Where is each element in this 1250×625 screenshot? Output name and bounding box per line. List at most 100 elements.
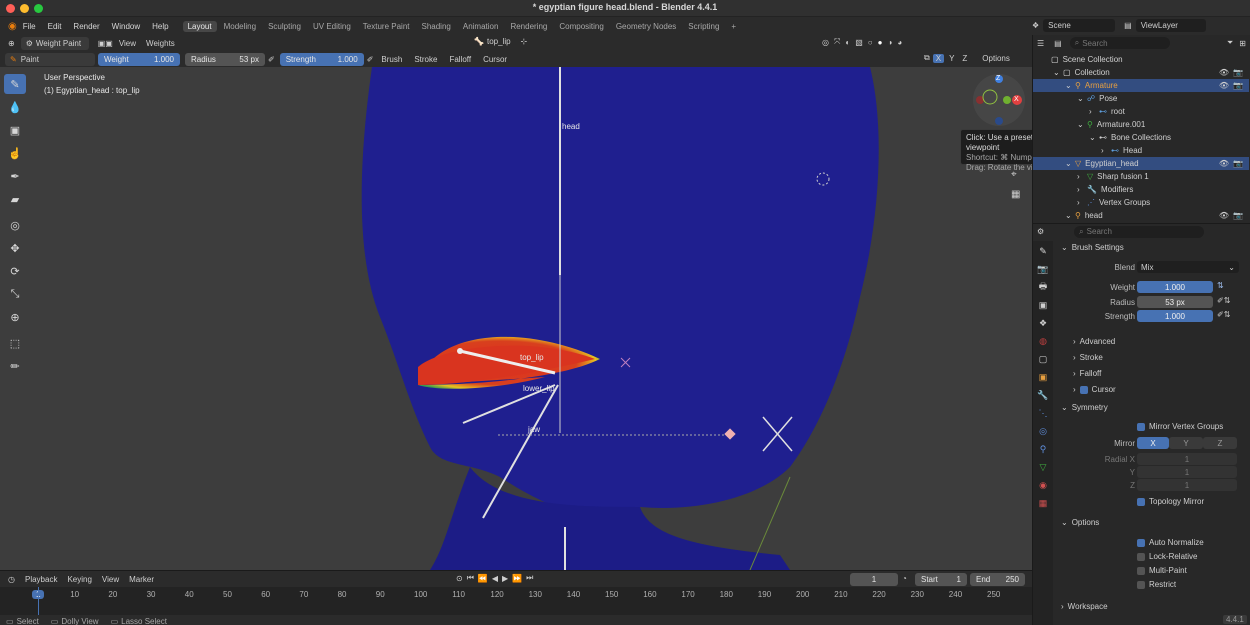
select-box-icon[interactable]: ⬚ — [4, 333, 26, 353]
outliner-row[interactable]: ⌄ ⚲ head 👁 📷 — [1033, 209, 1249, 222]
mirror-y-button[interactable]: Y — [1169, 437, 1203, 449]
shading-rendered-icon[interactable]: ◕ — [897, 38, 907, 47]
weights-menu[interactable]: Weights — [146, 39, 175, 48]
visibility-icon[interactable]: ◎ — [822, 38, 834, 47]
tab-scripting[interactable]: Scripting — [683, 21, 724, 32]
pressure-pen-icon[interactable]: ✐ — [268, 55, 275, 64]
3d-viewport[interactable]: User Perspective (1) Egyptian_head : top… — [0, 67, 1032, 570]
start-frame-field[interactable]: Start 1 — [915, 573, 967, 586]
strength-pressure-icon[interactable]: ✐⇅ — [1217, 310, 1230, 319]
menu-file[interactable]: File — [23, 22, 36, 31]
particles-tab-icon[interactable]: ⋱ — [1036, 406, 1050, 420]
brush-settings-header[interactable]: ⌄ Brush Settings — [1061, 243, 1124, 252]
expand-chevron-icon[interactable]: › — [1077, 185, 1087, 194]
mirror-z-toggle[interactable]: Z — [959, 54, 970, 63]
tool-tab-icon[interactable]: ✎ — [1036, 244, 1050, 258]
camera-view-icon[interactable]: ⌖ — [1011, 169, 1017, 180]
radial-z-field[interactable]: 1 — [1137, 479, 1237, 491]
cursor-subpanel[interactable]: › Cursor — [1073, 385, 1116, 394]
editor-type-icon[interactable]: ⊕ — [8, 39, 15, 48]
outliner-row[interactable]: › ⋰ Vertex Groups — [1033, 196, 1249, 209]
constraints-tab-icon[interactable]: ⚲ — [1036, 442, 1050, 456]
filter-icon[interactable]: ⏷ — [1227, 38, 1233, 48]
topology-mirror-option[interactable]: Topology Mirror — [1137, 497, 1204, 506]
playback-menu[interactable]: Playback — [25, 575, 57, 584]
prev-keyframe-icon[interactable]: ⏪ — [478, 574, 492, 583]
options-header[interactable]: ⌄ Options — [1061, 518, 1099, 527]
frame-ruler[interactable]: 1102030405060708090100110120130140150160… — [0, 587, 1032, 615]
outliner-row[interactable]: › 🔧 Modifiers — [1033, 183, 1249, 196]
outliner-row[interactable]: ⌄ ▽ Egyptian_head 👁 📷 — [1033, 157, 1249, 170]
mirror-vertex-groups-option[interactable]: Mirror Vertex Groups — [1137, 422, 1223, 431]
lock-relative-checkbox[interactable] — [1137, 552, 1145, 561]
brush-menu[interactable]: Brush — [381, 55, 402, 64]
stroke-subpanel[interactable]: › Stroke — [1073, 353, 1103, 362]
mirror-x-button[interactable]: X — [1137, 437, 1169, 449]
mirror-x-toggle[interactable]: X — [932, 53, 945, 63]
prop-weight-slider[interactable]: 1.000 — [1137, 281, 1213, 293]
blur-tool-icon[interactable]: 💧 — [4, 97, 26, 117]
expand-chevron-icon[interactable]: › — [1077, 172, 1087, 181]
render-camera-icon[interactable]: 📷 — [1233, 68, 1243, 77]
view-menu[interactable]: View — [119, 39, 136, 48]
mode-selector[interactable]: ⚙ Weight Paint — [20, 36, 89, 50]
view-menu-timeline[interactable]: View — [102, 575, 119, 584]
lock-relative-option[interactable]: Lock-Relative — [1137, 552, 1197, 561]
properties-search[interactable]: ⌕ Search — [1074, 225, 1205, 238]
shading-material-icon[interactable]: ◑ — [887, 38, 897, 47]
gizmo-neg-z[interactable] — [995, 117, 1003, 125]
outliner-row[interactable]: ▢ Scene Collection — [1033, 53, 1249, 66]
properties-editor-icon[interactable]: ⚙ — [1037, 227, 1044, 236]
object-tab-icon[interactable]: ▣ — [1036, 370, 1050, 384]
tab-rendering[interactable]: Rendering — [505, 21, 552, 32]
modifier-tab-icon[interactable]: 🔧 — [1036, 388, 1050, 402]
jump-start-icon[interactable]: ⏮ — [467, 573, 478, 583]
expand-chevron-icon[interactable]: ⌄ — [1077, 120, 1087, 129]
expand-chevron-icon[interactable]: › — [1101, 146, 1111, 155]
scene-selector[interactable]: Scene — [1043, 19, 1116, 32]
menu-help[interactable]: Help — [152, 22, 168, 31]
radial-y-field[interactable]: 1 — [1137, 466, 1237, 478]
symmetry-header[interactable]: ⌄ Symmetry — [1061, 403, 1108, 412]
tab-modeling[interactable]: Modeling — [219, 21, 261, 32]
prop-radius-slider[interactable]: 53 px — [1137, 296, 1213, 308]
shading-solid-icon[interactable]: ● — [878, 38, 888, 47]
cursor-checkbox[interactable] — [1079, 385, 1088, 394]
select-mode-icons[interactable]: ▣▣ — [98, 39, 113, 48]
expand-chevron-icon[interactable]: ⌄ — [1065, 81, 1075, 90]
strength-slider[interactable]: Strength 1.000 — [279, 52, 364, 66]
timeline-editor-icon[interactable]: ◷ — [8, 575, 15, 584]
radius-slider[interactable]: Radius 53 px — [185, 52, 265, 66]
gradient-tool-icon[interactable]: ▰ — [4, 189, 26, 209]
ortho-toggle-icon[interactable]: ▦ — [1011, 189, 1020, 200]
outliner-row[interactable]: ⌄ ⚲ Armature.001 — [1033, 118, 1249, 131]
auto-normalize-checkbox[interactable] — [1137, 538, 1145, 547]
auto-normalize-option[interactable]: Auto Normalize — [1137, 538, 1204, 547]
menu-window[interactable]: Window — [112, 22, 140, 31]
outliner-row[interactable]: ⌄ ☍ Pose — [1033, 92, 1249, 105]
options-menu[interactable]: Options — [982, 54, 1010, 63]
falloff-subpanel[interactable]: › Falloff — [1073, 369, 1101, 378]
radial-x-field[interactable]: 1 — [1137, 453, 1237, 465]
tab-geometry-nodes[interactable]: Geometry Nodes — [611, 21, 681, 32]
next-keyframe-icon[interactable]: ⏩ — [512, 574, 526, 583]
add-workspace-button[interactable]: + — [726, 21, 741, 32]
strength-pressure-icon[interactable]: ✐ — [367, 55, 374, 64]
restrict-checkbox[interactable] — [1137, 580, 1145, 589]
outliner-row[interactable]: › ⊷ root — [1033, 105, 1249, 118]
jump-end-icon[interactable]: ⏭ — [526, 573, 537, 583]
expand-chevron-icon[interactable]: ⌄ — [1065, 211, 1075, 220]
expand-chevron-icon[interactable]: ⌄ — [1053, 68, 1063, 77]
restrict-option[interactable]: Restrict — [1137, 580, 1176, 589]
render-camera-icon[interactable]: 📷 — [1233, 159, 1243, 168]
stroke-menu[interactable]: Stroke — [414, 55, 437, 64]
rotate-tool-icon[interactable]: ⟳ — [4, 261, 26, 281]
active-bone-selector[interactable]: top_lip — [487, 37, 511, 46]
pivot-icon[interactable]: ⊹ — [521, 37, 528, 46]
outliner-row[interactable]: › ⊷ Head — [1033, 144, 1249, 157]
radius-pressure-icon[interactable]: ✐⇅ — [1217, 296, 1230, 305]
tab-animation[interactable]: Animation — [458, 21, 504, 32]
data-tab-icon[interactable]: ▽ — [1036, 460, 1050, 474]
tab-compositing[interactable]: Compositing — [554, 21, 608, 32]
tab-uv-editing[interactable]: UV Editing — [308, 21, 356, 32]
